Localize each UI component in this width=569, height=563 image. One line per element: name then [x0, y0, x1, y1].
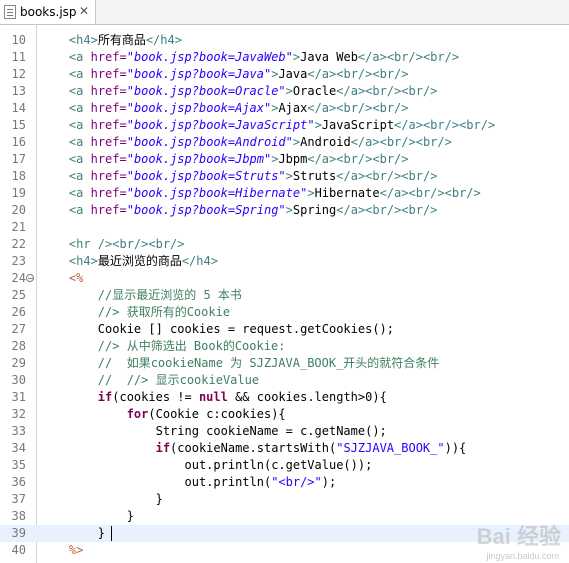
text-cursor: [111, 526, 112, 541]
code-line[interactable]: 32 for(Cookie c:cookies){: [0, 406, 569, 423]
code-line[interactable]: 19 <a href="book.jsp?book=Hibernate">Hib…: [0, 185, 569, 202]
code-line[interactable]: 27 Cookie [] cookies = request.getCookie…: [0, 321, 569, 338]
editor-tab-bar: books.jsp ✕: [0, 0, 569, 25]
line-number: 15: [11, 118, 26, 132]
code-line[interactable]: 11 <a href="book.jsp?book=JavaWeb">Java …: [0, 49, 569, 66]
code-text: <a href="book.jsp?book=Hibernate">Hibern…: [68, 186, 481, 200]
code-text: <hr /><br/><br/>: [68, 237, 185, 251]
code-line[interactable]: 10 <h4>所有商品</h4>: [0, 32, 569, 49]
line-number: 22: [11, 237, 26, 251]
code-line[interactable]: 14 <a href="book.jsp?book=Ajax">Ajax</a>…: [0, 100, 569, 117]
line-number: 38: [11, 509, 26, 523]
code-text: <a href="book.jsp?book=Oracle">Oracle</a…: [68, 84, 438, 98]
code-line[interactable]: 23 <h4>最近浏览的商品</h4>: [0, 253, 569, 270]
close-icon[interactable]: ✕: [79, 4, 89, 18]
code-text: Cookie [] cookies = request.getCookies()…: [40, 322, 395, 336]
code-text: }: [40, 509, 134, 523]
code-line[interactable]: 26 //> 获取所有的Cookie: [0, 304, 569, 321]
line-number: 24: [11, 271, 26, 285]
code-text: <a href="book.jsp?book=Struts">Struts</a…: [68, 169, 438, 183]
line-number: 21: [11, 220, 26, 234]
code-text: <a href="book.jsp?book=JavaScript">JavaS…: [68, 118, 496, 132]
line-number: 35: [11, 458, 26, 472]
line-number: 32: [11, 407, 26, 421]
watermark-url: jingyan.baidu.com: [486, 551, 559, 561]
code-line[interactable]: 12 <a href="book.jsp?book=Java">Java</a>…: [0, 66, 569, 83]
line-number: 13: [11, 84, 26, 98]
line-number: 36: [11, 475, 26, 489]
line-number: 34: [11, 441, 26, 455]
code-text: <a href="book.jsp?book=Java">Java</a><br…: [68, 67, 409, 81]
line-number: 29: [11, 356, 26, 370]
code-text: <%: [68, 271, 84, 285]
line-number: 27: [11, 322, 26, 336]
code-text: <h4>最近浏览的商品</h4>: [68, 254, 218, 268]
code-text: <a href="book.jsp?book=Android">Android<…: [68, 135, 452, 149]
code-line[interactable]: 33 String cookieName = c.getName();: [0, 423, 569, 440]
code-line[interactable]: 25 //显示最近浏览的 5 本书: [0, 287, 569, 304]
watermark-logo: Bai 经验: [476, 524, 561, 549]
code-line[interactable]: 24− <%: [0, 270, 569, 287]
line-number: 16: [11, 135, 26, 149]
line-number: 11: [11, 50, 26, 64]
code-line[interactable]: 28 //> 从中筛选出 Book的Cookie:: [0, 338, 569, 355]
code-text: }: [40, 526, 106, 540]
line-number: 33: [11, 424, 26, 438]
code-line[interactable]: 29 // 如果cookieName 为 SJZJAVA_BOOK_开头的就符合…: [0, 355, 569, 372]
code-text: if(cookies != null && cookies.length>0){: [97, 390, 387, 404]
code-line[interactable]: 30 // //> 显示cookieValue: [0, 372, 569, 389]
jsp-file-icon: [4, 5, 16, 19]
code-line[interactable]: 36 out.println("<br/>");: [0, 474, 569, 491]
code-text: //显示最近浏览的 5 本书: [97, 288, 242, 302]
line-number: 23: [11, 254, 26, 268]
code-text: <a href="book.jsp?book=Spring">Spring</a…: [68, 203, 438, 217]
code-text: // 如果cookieName 为 SJZJAVA_BOOK_开头的就符合条件: [97, 356, 440, 370]
code-text: <a href="book.jsp?book=Ajax">Ajax</a><br…: [68, 101, 409, 115]
code-line[interactable]: 37 }: [0, 491, 569, 508]
line-number: 30: [11, 373, 26, 387]
line-number: 28: [11, 339, 26, 353]
code-text: }: [40, 492, 163, 506]
code-text: //> 从中筛选出 Book的Cookie:: [97, 339, 286, 353]
code-text: // //> 显示cookieValue: [97, 373, 260, 387]
code-line[interactable]: 31 if(cookies != null && cookies.length>…: [0, 389, 569, 406]
line-number: 26: [11, 305, 26, 319]
line-number: 17: [11, 152, 26, 166]
code-line[interactable]: 17 <a href="book.jsp?book=Jbpm">Jbpm</a>…: [0, 151, 569, 168]
code-line[interactable]: 15 <a href="book.jsp?book=JavaScript">Ja…: [0, 117, 569, 134]
code-line[interactable]: 13 <a href="book.jsp?book=Oracle">Oracle…: [0, 83, 569, 100]
code-line[interactable]: 22 <hr /><br/><br/>: [0, 236, 569, 253]
code-text: //> 获取所有的Cookie: [97, 305, 231, 319]
line-number: 12: [11, 67, 26, 81]
fold-collapse-icon[interactable]: −: [26, 274, 34, 283]
code-text: out.println(c.getValue());: [40, 458, 373, 472]
code-line[interactable]: 18 <a href="book.jsp?book=Struts">Struts…: [0, 168, 569, 185]
line-number: 40: [11, 543, 26, 557]
line-number: 39: [11, 526, 26, 540]
code-text: out.println("<br/>");: [40, 475, 337, 489]
line-number: 10: [11, 33, 26, 47]
line-number: 14: [11, 101, 26, 115]
line-number: 20: [11, 203, 26, 217]
code-line[interactable]: 20 <a href="book.jsp?book=Spring">Spring…: [0, 202, 569, 219]
line-number: 37: [11, 492, 26, 506]
code-line[interactable]: 16 <a href="book.jsp?book=Android">Andro…: [0, 134, 569, 151]
line-number: 18: [11, 169, 26, 183]
code-line[interactable]: 21: [0, 219, 569, 236]
tab-books-jsp[interactable]: books.jsp ✕: [0, 0, 96, 24]
code-text: %>: [68, 543, 84, 557]
tab-title: books.jsp: [20, 5, 77, 19]
code-text: if(cookieName.startsWith("SJZJAVA_BOOK_"…: [155, 441, 467, 455]
code-text: String cookieName = c.getName();: [40, 424, 387, 438]
code-line[interactable]: 35 out.println(c.getValue());: [0, 457, 569, 474]
line-number: 19: [11, 186, 26, 200]
line-number: 25: [11, 288, 26, 302]
code-text: for(Cookie c:cookies){: [126, 407, 286, 421]
code-line[interactable]: 34 if(cookieName.startsWith("SJZJAVA_BOO…: [0, 440, 569, 457]
code-text: <a href="book.jsp?book=JavaWeb">Java Web…: [68, 50, 460, 64]
code-text: <a href="book.jsp?book=Jbpm">Jbpm</a><br…: [68, 152, 409, 166]
code-text: <h4>所有商品</h4>: [68, 33, 182, 47]
line-number: 31: [11, 390, 26, 404]
